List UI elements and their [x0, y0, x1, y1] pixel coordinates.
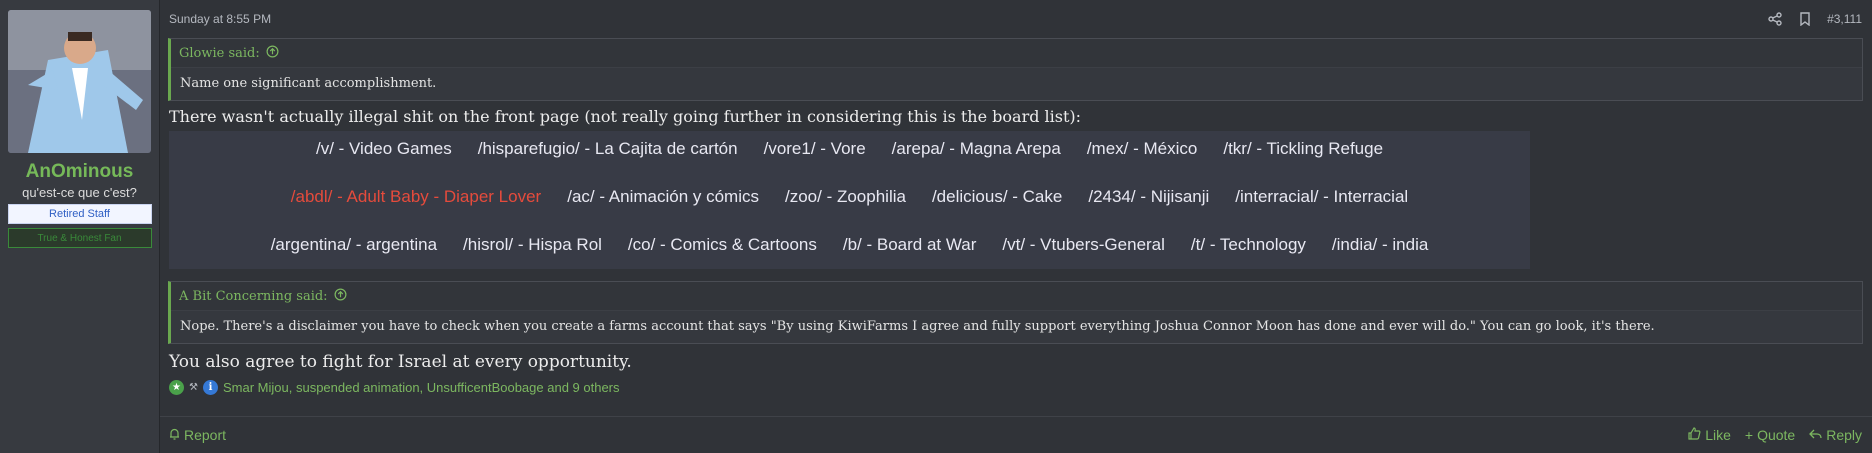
board-link: /india/ - india	[1331, 235, 1429, 254]
board-link: /co/ - Comics & Cartoons	[627, 235, 817, 254]
tools-icon[interactable]: ⚒	[186, 380, 201, 395]
quote-block: A Bit Concerning said: Nope. There's a d…	[168, 281, 1863, 344]
post-footer: Report Like + Quote Reply	[160, 416, 1872, 453]
board-link: /arepa/ - Magna Arepa	[891, 139, 1061, 158]
quote-text: Nope. There's a disclaimer you have to c…	[180, 319, 1655, 334]
like-button[interactable]: Like	[1688, 427, 1731, 443]
board-link: /argentina/ - argentina	[270, 235, 438, 254]
quote-label: Quote	[1757, 427, 1796, 443]
quote-text: Name one significant accomplishment.	[180, 76, 437, 91]
info-icon[interactable]: i	[203, 380, 218, 395]
post-main: Sunday at 8:55 PM #3,111 Glowie said: Na…	[160, 0, 1872, 453]
reply-label: Reply	[1826, 427, 1862, 443]
board-link: /ac/ - Animación y cómics	[567, 187, 759, 206]
board-link: /2434/ - Nijisanji	[1088, 187, 1210, 206]
username[interactable]: AnOminous	[26, 161, 134, 183]
board-link: /zoo/ - Zoophilia	[785, 187, 906, 206]
board-link: /delicious/ - Cake	[931, 187, 1063, 206]
board-link: /interracial/ - Interracial	[1235, 187, 1409, 206]
star-icon[interactable]: ★	[169, 380, 184, 395]
user-sidebar: AnOminous qu'est-ce que c'est? Retired S…	[0, 0, 160, 453]
user-title: qu'est-ce que c'est?	[22, 185, 137, 200]
quote-author[interactable]: A Bit Concerning said:	[179, 289, 328, 304]
board-row: /v/ - Video Games /hisparefugio/ - La Ca…	[169, 139, 1530, 159]
post-text: There wasn't actually illegal shit on th…	[169, 107, 1082, 126]
reply-arrow-icon	[1809, 427, 1822, 443]
board-link: /tkr/ - Tickling Refuge	[1223, 139, 1384, 158]
board-link-highlighted: /abdl/ - Adult Baby - Diaper Lover	[290, 187, 542, 206]
arrow-up-icon[interactable]	[334, 288, 347, 305]
reaction-names[interactable]: Smar Mijou, suspended animation, Unsuffi…	[223, 380, 620, 395]
quote-author[interactable]: Glowie said:	[179, 46, 260, 61]
board-link: /vore1/ - Vore	[763, 139, 866, 158]
share-icon[interactable]	[1767, 11, 1783, 27]
report-button[interactable]: Report	[169, 427, 226, 443]
board-link: /t/ - Technology	[1190, 235, 1306, 254]
plus-icon: +	[1744, 427, 1754, 443]
board-list-image: /v/ - Video Games /hisparefugio/ - La Ca…	[169, 131, 1530, 269]
reactions-bar[interactable]: ★ ⚒ i Smar Mijou, suspended animation, U…	[169, 380, 1872, 395]
post-timestamp[interactable]: Sunday at 8:55 PM	[169, 12, 271, 26]
board-link: /hisrol/ - Hispa Rol	[463, 235, 602, 254]
like-label: Like	[1705, 427, 1731, 443]
board-link: /vt/ - Vtubers-General	[1002, 235, 1165, 254]
board-link: /hisparefugio/ - La Cajita de cartón	[477, 139, 738, 158]
thumbs-up-icon	[1688, 427, 1701, 443]
banner-retired-staff: Retired Staff	[7, 204, 152, 224]
post-header: Sunday at 8:55 PM #3,111	[160, 0, 1872, 38]
board-row: /argentina/ - argentina /hisrol/ - Hispa…	[169, 235, 1530, 255]
board-link: /mex/ - México	[1086, 139, 1198, 158]
board-link: /b/ - Board at War	[842, 235, 977, 254]
quote-button[interactable]: + Quote	[1745, 427, 1795, 443]
post: AnOminous qu'est-ce que c'est? Retired S…	[0, 0, 1872, 453]
quote-header[interactable]: A Bit Concerning said:	[171, 282, 1862, 311]
bell-icon	[169, 427, 180, 443]
board-row: /abdl/ - Adult Baby - Diaper Lover /ac/ …	[169, 187, 1530, 207]
arrow-up-icon[interactable]	[266, 45, 279, 62]
avatar[interactable]	[8, 10, 151, 153]
post-number[interactable]: #3,111	[1827, 12, 1862, 26]
post-text: You also agree to fight for Israel at ev…	[169, 352, 632, 372]
reply-button[interactable]: Reply	[1809, 427, 1862, 443]
quote-block: Glowie said: Name one significant accomp…	[168, 38, 1863, 101]
report-label: Report	[184, 427, 227, 443]
quote-header[interactable]: Glowie said:	[171, 39, 1862, 68]
bookmark-icon[interactable]	[1797, 11, 1813, 27]
board-link: /v/ - Video Games	[315, 139, 452, 158]
banner-fan: True & Honest Fan	[7, 228, 152, 248]
